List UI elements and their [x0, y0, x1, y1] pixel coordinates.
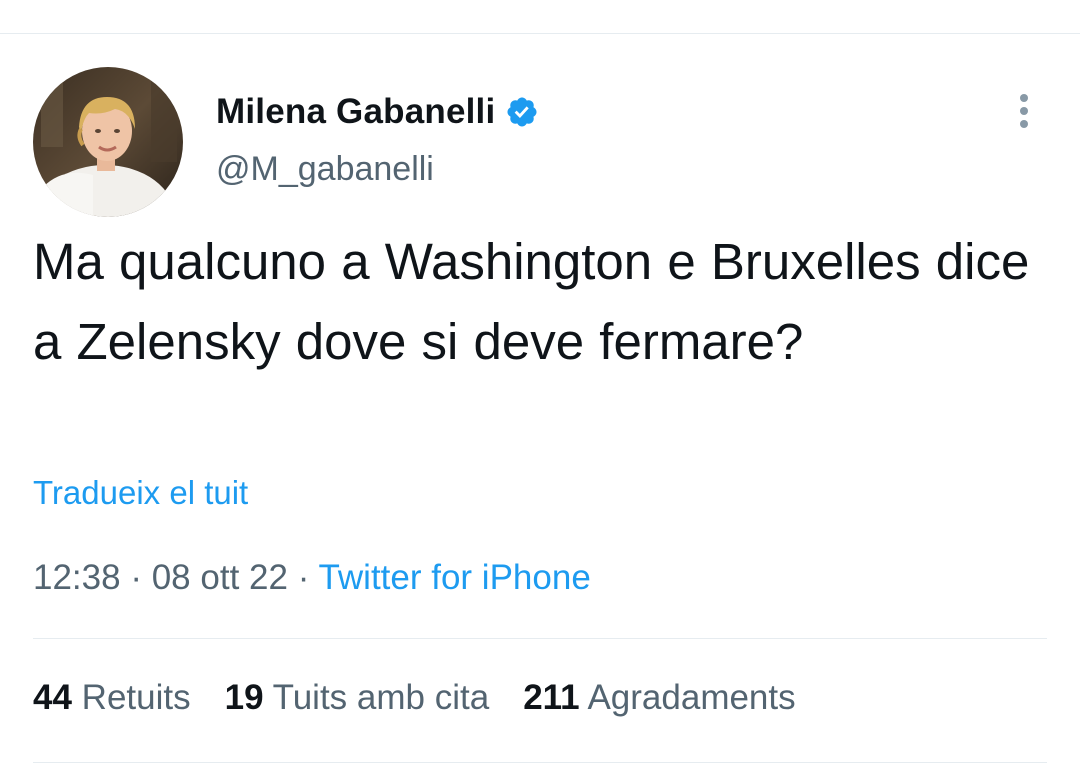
tweet-text: Ma qualcuno a Washington e Bruxelles dic…	[33, 233, 1030, 370]
retweets-count: 44	[33, 678, 72, 717]
divider	[33, 638, 1047, 639]
more-vertical-icon	[1020, 94, 1028, 128]
tweet-date[interactable]: 08 ott 22	[152, 558, 288, 597]
tweet-stats: 44 Retuits 19 Tuits amb cita 211 Agradam…	[33, 678, 796, 718]
meta-separator: ·	[297, 558, 310, 597]
quote-tweets-count: 19	[224, 678, 264, 717]
likes-count: 211	[523, 678, 580, 717]
likes-stat[interactable]: 211 Agradaments	[523, 678, 795, 718]
quote-tweets-label: Tuits amb cita	[272, 678, 490, 717]
meta-separator: ·	[130, 558, 142, 597]
retweets-stat[interactable]: 44 Retuits	[33, 678, 191, 718]
more-options-button[interactable]	[1004, 86, 1044, 136]
avatar[interactable]	[33, 67, 183, 217]
author-name-row: Milena Gabanelli	[216, 88, 539, 136]
translate-tweet-link[interactable]: Tradueix el tuit	[33, 474, 248, 512]
retweets-label: Retuits	[81, 678, 191, 717]
author-display-name[interactable]: Milena Gabanelli	[216, 92, 495, 132]
top-divider	[0, 33, 1080, 34]
verified-badge-icon	[505, 95, 539, 129]
likes-label: Agradaments	[587, 678, 796, 717]
tweet-meta: 12:38 · 08 ott 22 · Twitter for iPhone	[33, 558, 591, 598]
quote-tweets-stat[interactable]: 19 Tuits amb cita	[225, 678, 490, 718]
author-handle[interactable]: @M_gabanelli	[216, 150, 434, 189]
tweet-time[interactable]: 12:38	[33, 558, 121, 597]
divider	[33, 762, 1047, 763]
tweet-source-link[interactable]: Twitter for iPhone	[318, 558, 590, 597]
profile-photo	[33, 67, 183, 217]
